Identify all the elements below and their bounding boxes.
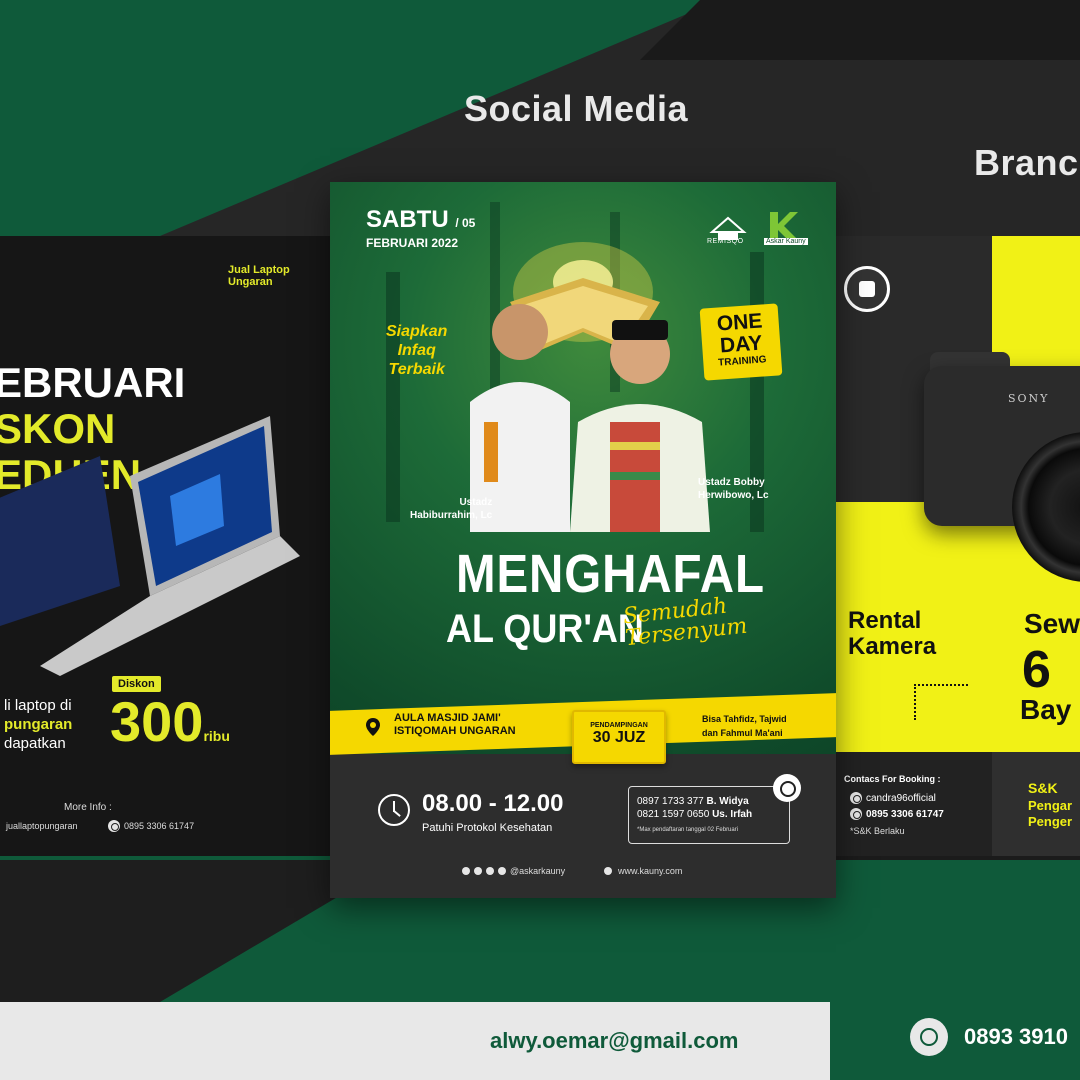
- event-time: 08.00 - 12.00: [422, 790, 564, 817]
- more-info-label: More Info :: [64, 802, 112, 813]
- globe-icon: [604, 867, 612, 875]
- facebook-icon: [486, 867, 494, 875]
- tahfidz-info: Bisa Tahfidz, Tajwid dan Fahmul Ma'ani: [702, 714, 787, 738]
- contact-email[interactable]: alwy.oemar@gmail.com: [490, 1028, 738, 1054]
- brand-heading: Branc: [974, 142, 1079, 183]
- rental-title: Rental Kamera: [848, 607, 937, 660]
- laptop-promo-card: Jual Laptop Ungaran EBRUARI SKON EDHEN l…: [0, 236, 340, 856]
- whatsapp-icon: [850, 808, 862, 820]
- event-month: FEBRUARI 2022: [366, 236, 459, 250]
- camera-brand: SONY: [1008, 392, 1050, 405]
- clock-icon: [378, 794, 410, 826]
- askar-kauny-logo-text: Askar Kauny: [764, 238, 808, 245]
- twitter-icon: [474, 867, 482, 875]
- registration-contacts: 0897 1733 377 B. Widya 0821 1597 0650 Us…: [628, 786, 790, 844]
- promo-description: li laptop di pungaran dapatkan: [4, 697, 73, 752]
- terms-heading: S&K: [1028, 780, 1058, 796]
- rent-pay-label: Bay: [1020, 694, 1072, 725]
- social-handles: @askarkauny: [462, 866, 565, 876]
- terms-note: *S&K Berlaku: [850, 826, 905, 836]
- social-media-heading: Social Media: [464, 88, 689, 129]
- laptop-image: [0, 416, 300, 676]
- instagram-contact: candra96official: [850, 792, 936, 804]
- speakers-photo: [470, 304, 710, 532]
- youtube-icon: [498, 867, 506, 875]
- instagram-handle: juallaptopungaran: [6, 821, 78, 831]
- instagram-icon: [850, 792, 862, 804]
- whatsapp-icon: [108, 820, 120, 832]
- remisqo-logo-text: REMISQO: [707, 238, 744, 245]
- speaker-2-name: Ustadz Bobby Herwibowo, Lc: [698, 477, 769, 501]
- speaker-1-name: Ustadz Habiburrahim, Lc: [410, 497, 493, 521]
- infaq-callout: Siapkan Infaq Terbaik: [386, 323, 448, 378]
- event-location: AULA MASJID JAMI' ISTIQOMAH UNGARAN: [394, 712, 516, 737]
- camera-rental-card: SONY Rental Kamera Sew 6 Bay Contacs For…: [834, 236, 1080, 856]
- whatsapp-icon: [773, 774, 801, 802]
- laptop-brand-label: Jual Laptop Ungaran: [228, 264, 290, 288]
- discount-price: 300ribu: [110, 690, 230, 753]
- rent-label: Sew: [1024, 608, 1080, 639]
- contact-phone[interactable]: 0893 3910: [964, 1024, 1068, 1050]
- dotted-decoration: [914, 684, 968, 720]
- location-pin-icon: [366, 718, 380, 736]
- rent-number: 6: [1022, 641, 1051, 699]
- instagram-icon: [462, 867, 470, 875]
- brand-seal-icon: [844, 266, 890, 312]
- whatsapp-icon: [910, 1018, 948, 1056]
- terms-text: Pengar Penger: [1028, 798, 1073, 829]
- whatsapp-contact-right: 0895 3306 61747: [850, 808, 944, 820]
- training-poster: SABTU / 05 FEBRUARI 2022 REMISQO Askar K…: [330, 182, 836, 898]
- booking-label: Contacs For Booking :: [844, 774, 941, 784]
- whatsapp-contact: 0895 3306 61747: [108, 820, 194, 832]
- event-title-line-2: AL QUR'AN: [446, 607, 644, 651]
- event-day: SABTU / 05: [366, 206, 476, 233]
- pendampingan-box: PENDAMPINGAN 30 JUZ: [572, 710, 666, 764]
- health-protocol-note: Patuhi Protokol Kesehatan: [422, 822, 553, 834]
- website-link: www.kauny.com: [604, 866, 682, 876]
